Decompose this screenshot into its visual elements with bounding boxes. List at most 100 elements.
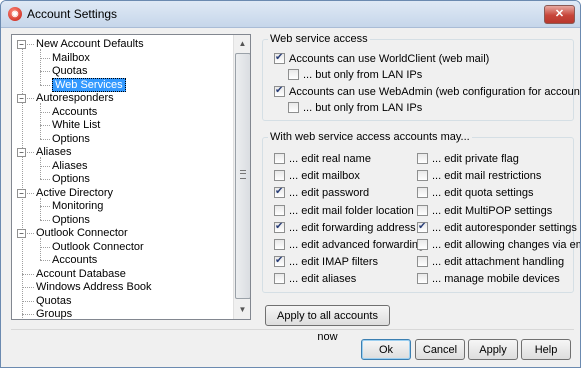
title-bar[interactable]: ◉ Account Settings ✕ [1,1,580,28]
check-box[interactable] [417,153,428,164]
check-box[interactable] [417,170,428,182]
tree-node-label[interactable]: Options [52,173,90,185]
tree-node[interactable]: Outlook Connector [52,240,144,254]
tree-scrollbar[interactable]: ▲ ▼ [233,35,250,319]
tree-node-label[interactable]: Active Directory [36,187,113,199]
tree-node[interactable]: Quotas [52,64,87,78]
tree-node[interactable]: Accounts [52,105,97,119]
tree-connector [40,219,50,221]
check-box[interactable] [417,273,428,285]
collapse-toggle-icon[interactable]: − [17,94,26,103]
permission-label: ... edit real name [289,153,371,165]
webadmin-lan-check-box[interactable] [288,102,299,113]
tree-node-label[interactable]: Outlook Connector [52,241,144,253]
tree-node[interactable]: Options [52,213,90,227]
tree-node[interactable]: Aliases [52,159,87,173]
check-box[interactable] [274,273,285,285]
tree-node-label[interactable]: Web Services [52,77,126,92]
tree-node-label[interactable]: New Account Defaults [36,38,144,50]
collapse-toggle-icon[interactable]: − [17,40,26,49]
apply-to-all-accounts-button[interactable]: Apply to all accounts now [265,305,390,343]
tree-node[interactable]: Aliases [36,145,71,159]
check-box[interactable] [274,220,285,234]
tree-branch-line [40,103,41,139]
cancel-button[interactable]: Cancel [415,339,465,360]
tree-node-label[interactable]: Accounts [52,254,97,266]
tree-node-label[interactable]: Options [52,214,90,226]
worldclient-lan-check-box[interactable] [288,69,299,80]
tree-connector [40,138,50,140]
mdaemon-logo-icon: ◉ [8,7,22,21]
scroll-up-arrow-icon[interactable]: ▲ [234,35,250,52]
permissions-legend: With web service access accounts may... [270,131,470,143]
tree-node-label[interactable]: Monitoring [52,200,103,212]
tree-node[interactable]: Account Database [36,267,126,281]
check-box[interactable] [417,220,428,234]
tree-connector [22,273,34,275]
scroll-thumb[interactable] [235,53,250,299]
apply-button[interactable]: Apply [468,339,518,360]
tree-node-label[interactable]: Quotas [36,295,71,307]
check-box[interactable] [274,153,285,164]
webadmin-lan-label: ... but only from LAN IPs [303,102,423,114]
window-title: Account Settings [27,7,118,21]
check-box[interactable] [417,204,428,216]
collapse-toggle-icon[interactable]: − [17,229,26,238]
permission-label: ... edit mail restrictions [432,170,542,183]
tree-node[interactable]: New Account Defaults [36,37,144,51]
check-box[interactable] [274,254,285,268]
tree-node[interactable]: Options [52,172,90,186]
collapse-toggle-icon[interactable]: − [17,148,26,157]
tree-node[interactable]: Accounts [52,253,97,267]
tree-node[interactable]: Quotas [36,294,71,308]
tree-node-label[interactable]: Groups [36,308,72,319]
tree-node[interactable]: Groups [36,307,72,319]
tree-node-label[interactable]: Mailbox [52,52,90,64]
check-box[interactable] [274,170,285,182]
tree-node-label[interactable]: Account Database [36,268,126,280]
tree-node-label[interactable]: Quotas [52,65,87,77]
tree-node[interactable]: Options [52,132,90,146]
webadmin-label: Accounts can use WebAdmin (web configura… [289,86,581,98]
check-box[interactable] [274,239,285,250]
tree-node-label[interactable]: Aliases [52,160,87,172]
check-box[interactable] [417,239,428,250]
check-box[interactable] [274,185,285,199]
settings-tree[interactable]: ▲ ▼ − New Account Defaults Mailbox Quotas We… [11,34,251,320]
check-box[interactable] [417,256,428,268]
tree-node-label[interactable]: Autoresponders [36,92,114,104]
tree-node-label[interactable]: Aliases [36,146,71,158]
tree-node[interactable]: Outlook Connector [36,226,128,240]
tree-node-label[interactable]: Options [52,133,90,145]
tree-node-label[interactable]: White List [52,119,100,131]
check-box[interactable] [417,187,428,199]
tree-node-label[interactable]: Outlook Connector [36,227,128,239]
tree-root-line [22,44,23,319]
footer-divider [11,329,574,330]
permission-label: ... edit forwarding address [289,221,416,234]
tree-node[interactable]: Web Services [52,77,126,92]
tree-node[interactable]: Windows Address Book [36,280,152,294]
close-button[interactable]: ✕ [544,5,575,24]
tree-node[interactable]: Autoresponders [36,91,114,105]
check-box[interactable] [274,204,285,216]
tree-node[interactable]: Mailbox [52,51,90,65]
permission-label: ... edit advanced forwarding [289,239,425,251]
ok-button[interactable]: Ok [361,339,411,360]
worldclient-check-box[interactable] [274,51,285,65]
tree-node[interactable]: Monitoring [52,199,103,213]
tree-node-label[interactable]: Windows Address Book [36,281,152,293]
permission-label: ... manage mobile devices [432,273,560,286]
collapse-toggle-icon[interactable]: − [17,188,26,198]
webadmin-check-box[interactable] [274,84,285,98]
scroll-grip-icon [240,170,246,179]
tree-connector [40,165,50,167]
tree-node[interactable]: White List [52,118,100,132]
permission-label: ... edit mailbox [289,170,360,183]
tree-connector [40,179,50,180]
scroll-down-arrow-icon[interactable]: ▼ [234,301,250,318]
tree-connector [40,125,50,126]
tree-node[interactable]: Active Directory [36,186,113,200]
help-button[interactable]: Help [521,339,571,360]
tree-node-label[interactable]: Accounts [52,106,97,118]
